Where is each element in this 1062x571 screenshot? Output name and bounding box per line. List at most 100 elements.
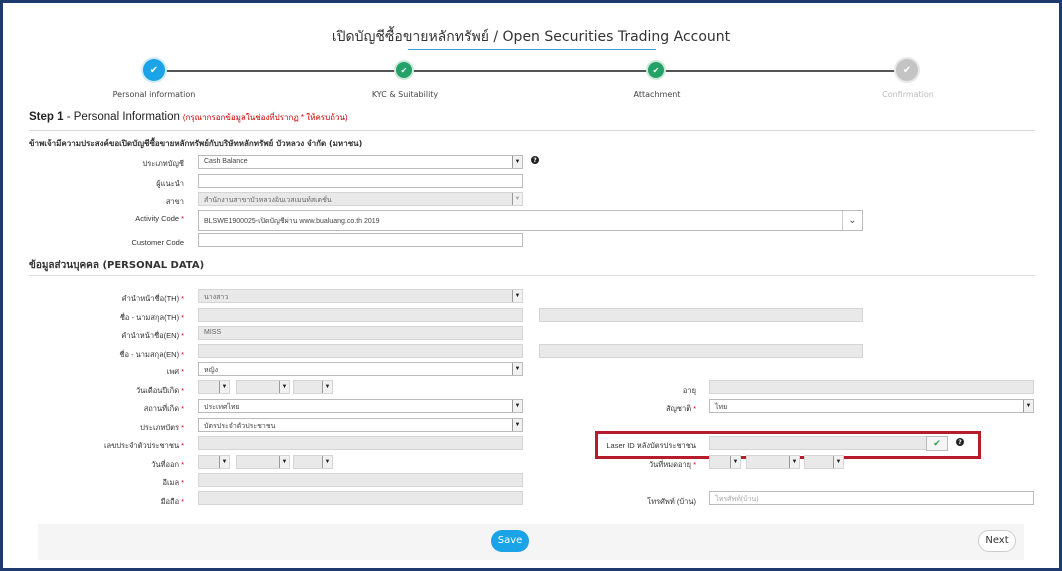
activity-code-select[interactable]: BLSWE1900025-เปิดบัญชีผ่าน www.bualuang.… bbox=[198, 210, 863, 231]
account-type-select[interactable]: Cash Balance ▼ bbox=[198, 155, 523, 169]
check-icon: ✔ bbox=[400, 65, 408, 75]
divider bbox=[29, 275, 1035, 276]
dropdown-arrow-icon: ▼ bbox=[1023, 400, 1033, 412]
home-phone-input[interactable]: โทรศัพท์(บ้าน) bbox=[709, 491, 1034, 505]
last-name-en-input bbox=[539, 344, 863, 358]
divider bbox=[29, 130, 1035, 131]
personal-section-title: ข้อมูลส่วนบุคคล (PERSONAL DATA) bbox=[29, 260, 205, 271]
dropdown-arrow-icon: ▼ bbox=[512, 363, 522, 375]
step-1-label: Personal information bbox=[112, 90, 196, 99]
first-name-en-input bbox=[198, 344, 523, 358]
birth-place-select[interactable]: ประเทศไทย ▼ bbox=[198, 399, 523, 413]
dropdown-arrow-icon: ▼ bbox=[279, 456, 289, 468]
birth-month-select[interactable]: ▼ bbox=[236, 380, 290, 394]
step-3-label: Attachment bbox=[633, 90, 681, 99]
dropdown-arrow-icon: ▼ bbox=[219, 456, 229, 468]
title-th-label: คำนำหน้าชื่อ(TH) * bbox=[121, 294, 184, 303]
name-th-label: ชื่อ - นามสกุล(TH) * bbox=[119, 313, 184, 322]
nationality-label: สัญชาติ * bbox=[665, 404, 696, 413]
wizard-track bbox=[154, 70, 906, 72]
help-icon[interactable]: ? bbox=[956, 438, 964, 446]
step-title: Personal Information bbox=[73, 111, 180, 123]
mobile-input bbox=[198, 491, 523, 505]
name-en-label: ชื่อ - นามสกุล(EN) * bbox=[119, 350, 184, 359]
step-3-circle[interactable]: ✔ bbox=[648, 62, 664, 78]
branch-label: สาขา bbox=[165, 197, 184, 206]
dropdown-arrow-icon: ▼ bbox=[512, 290, 522, 302]
expiry-date-label: วันที่หมดอายุ * bbox=[648, 460, 696, 469]
customer-code-label: Customer Code bbox=[131, 238, 184, 247]
check-icon: ✔ bbox=[933, 438, 941, 449]
save-button[interactable]: Save bbox=[491, 530, 529, 552]
account-intro: ข้าพเจ้ามีความประสงค์ขอเปิดบัญชีซื้อขายห… bbox=[29, 139, 363, 148]
form-footer bbox=[38, 524, 1024, 560]
expiry-day-select[interactable]: ▼ bbox=[709, 455, 741, 469]
chevron-down-icon: ⌄ bbox=[842, 211, 862, 230]
home-phone-label: โทรศัพท์ (บ้าน) bbox=[647, 497, 696, 506]
dropdown-arrow-icon: ▼ bbox=[512, 156, 522, 168]
gender-label: เพศ * bbox=[166, 367, 184, 376]
expiry-year-select[interactable]: ▼ bbox=[804, 455, 844, 469]
step-1-circle[interactable]: ✔ bbox=[143, 59, 165, 81]
check-icon: ✔ bbox=[652, 65, 660, 75]
title-en-input: MISS bbox=[198, 326, 523, 340]
dropdown-arrow-icon: ▼ bbox=[512, 400, 522, 412]
gender-select[interactable]: หญิง ▼ bbox=[198, 362, 523, 376]
dropdown-arrow-icon: ▼ bbox=[730, 456, 740, 468]
issue-year-select[interactable]: ▼ bbox=[293, 455, 333, 469]
step-heading: Step 1 - Personal Information (กรุณากรอกข… bbox=[29, 111, 348, 124]
dropdown-arrow-icon: ▼ bbox=[512, 193, 522, 205]
required-hint: (กรุณากรอกข้อมูลในช่องที่ปรากฏ * ให้ครบถ… bbox=[182, 113, 348, 122]
referrer-input[interactable] bbox=[198, 174, 523, 188]
issue-date-label: วันที่ออก * bbox=[151, 460, 184, 469]
check-icon: ✔ bbox=[902, 64, 912, 76]
email-input bbox=[198, 473, 523, 487]
step-4-label: Confirmation bbox=[882, 90, 934, 99]
issue-month-select[interactable]: ▼ bbox=[236, 455, 290, 469]
dropdown-arrow-icon: ▼ bbox=[322, 456, 332, 468]
last-name-th-input bbox=[539, 308, 863, 322]
step-4-circle[interactable]: ✔ bbox=[896, 59, 918, 81]
help-icon[interactable]: ? bbox=[531, 156, 539, 164]
laser-id-verify-button[interactable]: ✔ bbox=[926, 436, 948, 451]
nationality-select[interactable]: ไทย ▼ bbox=[709, 399, 1034, 413]
account-type-label: ประเภทบัญชี bbox=[142, 159, 184, 168]
issue-day-select[interactable]: ▼ bbox=[198, 455, 230, 469]
step-2-label: KYC & Suitability bbox=[371, 90, 439, 99]
laser-id-label: Laser ID หลังบัตรประชาชน bbox=[606, 441, 696, 450]
birth-place-label: สถานที่เกิด * bbox=[143, 404, 184, 413]
age-input bbox=[709, 380, 1034, 394]
step-number: Step 1 bbox=[29, 111, 64, 123]
branch-select: สำนักงานสาขาบัวหลวงอินเวสเมนท์สเตชั่น ▼ bbox=[198, 192, 523, 206]
check-icon: ✔ bbox=[149, 64, 159, 76]
birth-year-select[interactable]: ▼ bbox=[293, 380, 333, 394]
customer-code-input[interactable] bbox=[198, 233, 523, 247]
birth-day-select[interactable]: ▼ bbox=[198, 380, 230, 394]
mobile-label: มือถือ * bbox=[160, 497, 184, 506]
dropdown-arrow-icon: ▼ bbox=[833, 456, 843, 468]
title-en-label: คำนำหน้าชื่อ(EN) * bbox=[121, 331, 184, 340]
dropdown-arrow-icon: ▼ bbox=[789, 456, 799, 468]
laser-id-input[interactable] bbox=[709, 436, 927, 450]
step-2-circle[interactable]: ✔ bbox=[396, 62, 412, 78]
dropdown-arrow-icon: ▼ bbox=[512, 419, 522, 431]
activity-code-label: Activity Code * bbox=[135, 214, 184, 223]
expiry-month-select[interactable]: ▼ bbox=[746, 455, 800, 469]
email-label: อีเมล * bbox=[162, 478, 184, 487]
referrer-label: ผู้แนะนำ bbox=[156, 179, 184, 188]
page-title: เปิดบัญชีซื้อขายหลักทรัพย์ / Open Securi… bbox=[331, 29, 731, 45]
id-number-input bbox=[198, 436, 523, 450]
first-name-th-input bbox=[198, 308, 523, 322]
id-number-label: เลขประจำตัวประชาชน * bbox=[103, 441, 184, 450]
age-label: อายุ bbox=[682, 386, 696, 395]
birth-date-label: วันเดือนปีเกิด * bbox=[135, 386, 184, 395]
title-th-select[interactable]: นางสาว ▼ bbox=[198, 289, 523, 303]
dropdown-arrow-icon: ▼ bbox=[219, 381, 229, 393]
step-separator: - bbox=[63, 111, 74, 123]
title-underline bbox=[408, 49, 656, 50]
card-type-label: ประเภทบัตร * bbox=[140, 423, 184, 432]
card-type-select[interactable]: บัตรประจำตัวประชาชน ▼ bbox=[198, 418, 523, 432]
dropdown-arrow-icon: ▼ bbox=[322, 381, 332, 393]
next-button[interactable]: Next bbox=[978, 530, 1016, 552]
dropdown-arrow-icon: ▼ bbox=[279, 381, 289, 393]
